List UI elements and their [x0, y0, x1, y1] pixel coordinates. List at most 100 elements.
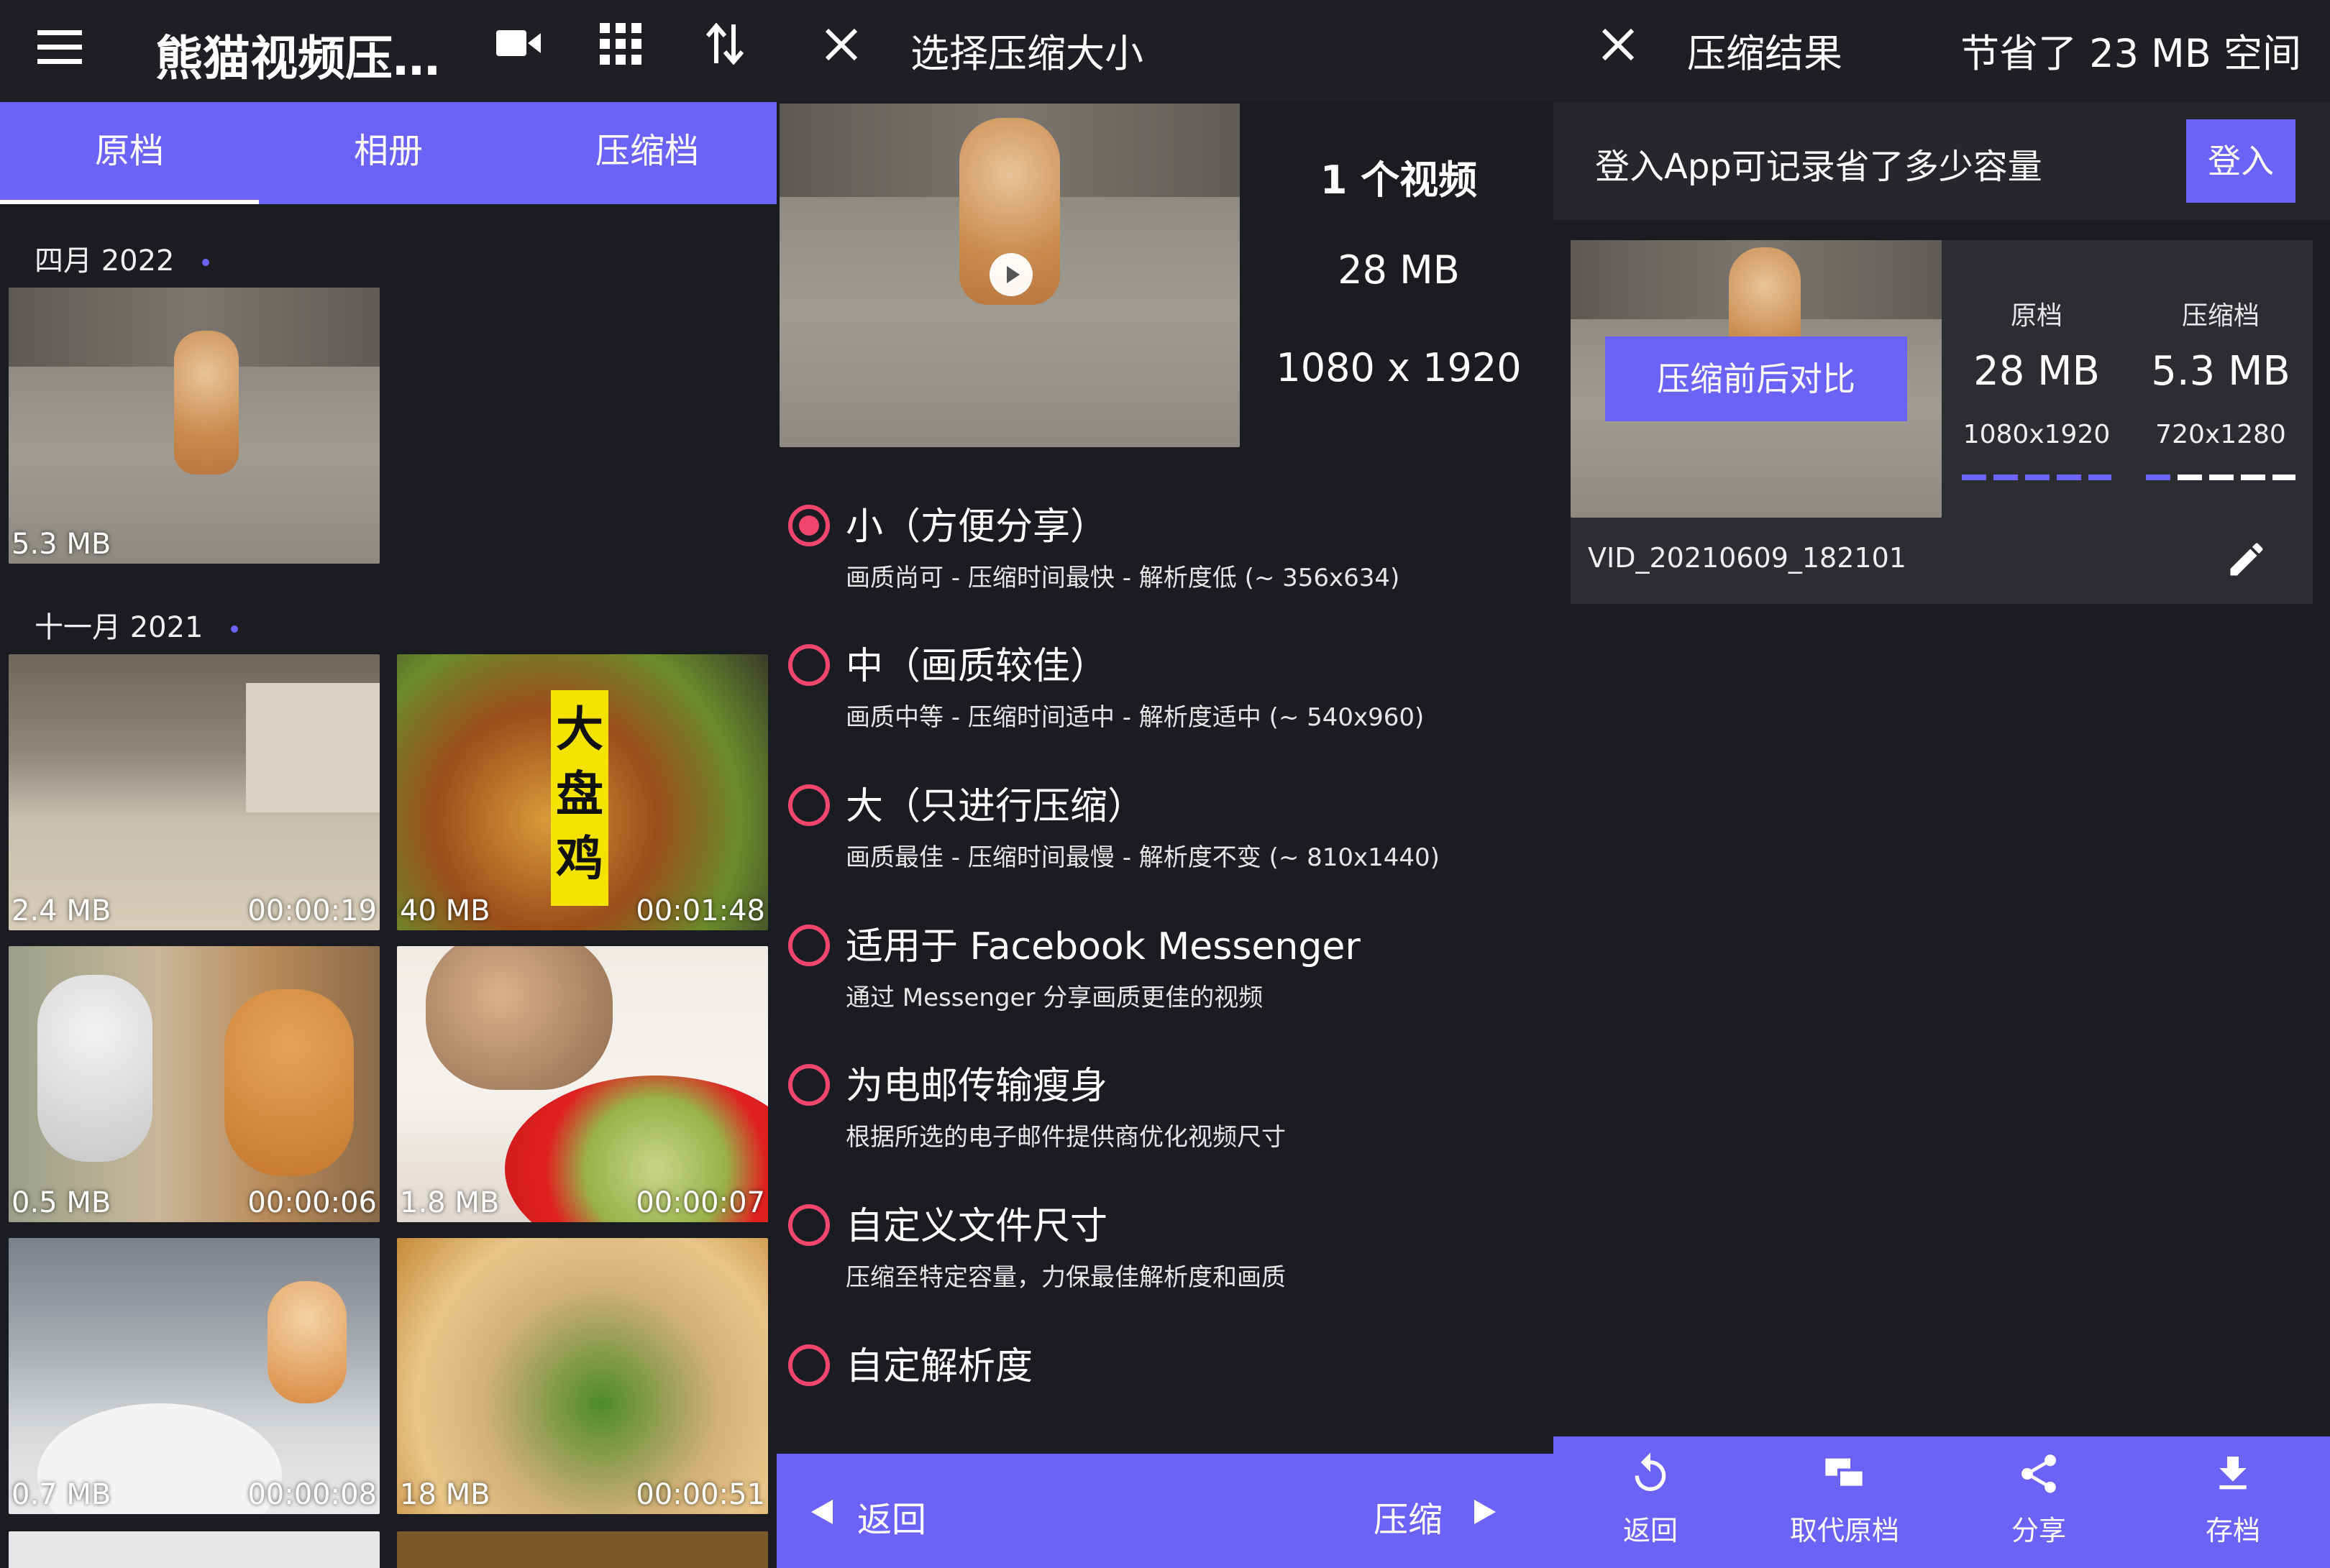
option-description: 画质最佳 - 压缩时间最慢 - 解析度不变 (~ 810x1440) [846, 843, 1440, 872]
video-thumbnail[interactable]: 大盘鸡 40 MB 00:01:48 [397, 654, 768, 930]
option-title: 小（方便分享） [846, 505, 1108, 549]
tab-album[interactable]: 相册 [259, 102, 518, 204]
gallery-top-bar: 熊猫视频压… [0, 0, 777, 102]
filename: VID_20210609_182101 [1588, 542, 1906, 574]
radio-button[interactable] [788, 784, 830, 826]
option-custom-size[interactable]: 自定义文件尺寸 压缩至特定容量，力保最佳解析度和画质 [777, 1196, 1553, 1303]
option-description: 通过 Messenger 分享画质更佳的视频 [846, 984, 1264, 1012]
video-thumbnail[interactable]: 18 MB 00:00:51 [397, 1238, 768, 1514]
cat-figure [426, 946, 613, 1090]
video-preview[interactable] [780, 104, 1240, 447]
radio-button[interactable] [788, 1204, 830, 1246]
option-messenger[interactable]: 适用于 Facebook Messenger 通过 Messenger 分享画质… [777, 916, 1553, 1024]
option-title: 自定义文件尺寸 [846, 1205, 1108, 1248]
login-button[interactable]: 登入 [2186, 119, 2295, 203]
triangle-left-icon [811, 1500, 833, 1524]
option-email[interactable]: 为电邮传输瘦身 根据所选的电子邮件提供商优化视频尺寸 [777, 1055, 1553, 1163]
radio-button[interactable] [788, 644, 830, 686]
tab-album-label: 相册 [353, 131, 423, 171]
active-tab-indicator [0, 200, 259, 204]
filename-row: VID_20210609_182101 [1571, 518, 2313, 604]
close-icon[interactable] [824, 27, 859, 62]
result-card: 压缩前后对比 原档 28 MB 1080x1920 压缩档 5.3 MB 720… [1571, 240, 2313, 604]
compress-size-panel: 选择压缩大小 1 个视频 28 MB 1080 x 1920 小（方便分享） 画… [777, 0, 1553, 1568]
section-header: 四月 2022 [35, 237, 210, 279]
radio-button[interactable] [788, 1064, 830, 1106]
radio-button[interactable] [788, 1344, 830, 1386]
section-dot [202, 259, 210, 266]
video-info: 1 个视频 28 MB 1080 x 1920 [1244, 104, 1553, 447]
radio-button[interactable] [788, 925, 830, 966]
video-duration: 00:01:48 [636, 894, 765, 927]
option-description: 画质中等 - 压缩时间适中 - 解析度适中 (~ 540x960) [846, 703, 1425, 732]
login-prompt: 登入App可记录省了多少容量 [1595, 147, 2042, 187]
tab-originals[interactable]: 原档 [0, 102, 259, 204]
video-size: 18 MB [400, 1478, 490, 1511]
compressed-size: 5.3 MB [2151, 348, 2290, 395]
option-custom-resolution[interactable]: 自定解析度 [777, 1336, 1553, 1400]
cat-figure [174, 331, 239, 474]
login-banner: 登入App可记录省了多少容量 登入 [1553, 102, 2330, 220]
option-description: 根据所选的电子邮件提供商优化视频尺寸 [846, 1123, 1286, 1152]
video-thumbnail[interactable]: 2.4 MB 00:00:19 [9, 654, 380, 930]
action-label: 取代原档 [1789, 1515, 1899, 1546]
save-action[interactable]: 存档 [2136, 1451, 2330, 1548]
tab-bar: 原档 相册 压缩档 [0, 102, 777, 204]
option-title: 为电邮传输瘦身 [846, 1065, 1108, 1108]
radio-button[interactable] [788, 505, 830, 546]
option-medium[interactable]: 中（画质较佳） 画质中等 - 压缩时间适中 - 解析度适中 (~ 540x960… [777, 636, 1553, 743]
video-thumbnail[interactable]: 0.5 MB 00:00:06 [9, 946, 380, 1222]
tab-originals-label: 原档 [94, 131, 164, 171]
thumb-title-banner: 大盘鸡 [551, 690, 608, 906]
cat-figure [37, 975, 152, 1162]
back-button[interactable]: 返回 [805, 1480, 992, 1544]
video-duration: 00:00:07 [636, 1186, 765, 1219]
close-icon[interactable] [1601, 27, 1635, 62]
tab-compressed[interactable]: 压缩档 [518, 102, 777, 204]
original-resolution: 1080x1920 [1963, 420, 2111, 449]
action-label: 存档 [2205, 1515, 2260, 1546]
option-small[interactable]: 小（方便分享） 画质尚可 - 压缩时间最快 - 解析度低 (~ 356x634) [777, 496, 1553, 604]
page-title: 选择压缩大小 [910, 31, 1143, 76]
video-thumbnail[interactable] [9, 1531, 380, 1568]
video-duration: 00:00:06 [247, 1186, 377, 1219]
section-label: 十一月 2021 [35, 611, 204, 644]
option-large[interactable]: 大（只进行压缩） 画质最佳 - 压缩时间最慢 - 解析度不变 (~ 810x14… [777, 776, 1553, 884]
section-dot [231, 625, 239, 633]
login-button-label: 登入 [2208, 142, 2274, 180]
video-camera-icon[interactable] [496, 27, 541, 59]
play-icon[interactable] [988, 252, 1034, 298]
section-header: 十一月 2021 [35, 604, 239, 646]
original-label: 原档 [2010, 301, 2062, 331]
video-size: 28 MB [1338, 247, 1460, 293]
video-thumbnail[interactable]: 5.3 MB [9, 288, 380, 564]
app-title: 熊猫视频压… [155, 31, 440, 86]
triangle-right-icon [1474, 1500, 1496, 1524]
replace-icon [1822, 1451, 1868, 1497]
video-thumbnail[interactable]: 1.8 MB 00:00:07 [397, 946, 768, 1222]
option-title: 大（只进行压缩） [846, 785, 1146, 828]
grid-view-icon[interactable] [600, 23, 641, 65]
video-duration: 00:00:19 [247, 894, 377, 927]
return-action[interactable]: 返回 [1553, 1451, 1748, 1548]
edit-pencil-icon[interactable] [2225, 538, 2268, 581]
share-action[interactable]: 分享 [1942, 1451, 2136, 1548]
video-size: 1.8 MB [400, 1186, 500, 1219]
video-thumbnail[interactable] [397, 1531, 768, 1568]
compress-result-panel: 压缩结果 节省了 23 MB 空间 登入App可记录省了多少容量 登入 压缩前后… [1553, 0, 2330, 1568]
video-size: 5.3 MB [12, 528, 111, 561]
action-label: 返回 [1622, 1515, 1678, 1546]
replace-original-action[interactable]: 取代原档 [1748, 1451, 1942, 1548]
original-quality-bar [1962, 474, 2111, 480]
option-description: 画质尚可 - 压缩时间最快 - 解析度低 (~ 356x634) [846, 564, 1400, 592]
compress-button[interactable]: 压缩 [1366, 1480, 1532, 1544]
result-thumbnail: 压缩前后对比 [1571, 240, 1942, 518]
video-thumbnail[interactable]: 0.7 MB 00:00:08 [9, 1238, 380, 1514]
option-description: 压缩至特定容量，力保最佳解析度和画质 [846, 1263, 1286, 1292]
house-figure [246, 683, 380, 812]
menu-icon[interactable] [37, 27, 82, 66]
option-title: 自定解析度 [846, 1345, 1033, 1388]
compare-button[interactable]: 压缩前后对比 [1605, 336, 1907, 421]
compressed-resolution: 720x1280 [2155, 420, 2286, 449]
sort-icon[interactable] [706, 23, 744, 65]
